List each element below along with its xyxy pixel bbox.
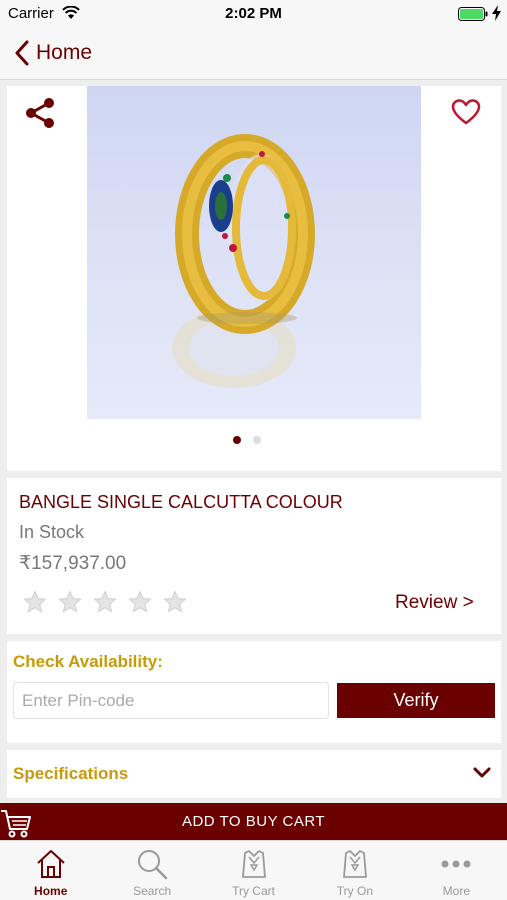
availability-section: Check Availability: Verify bbox=[7, 641, 501, 743]
clock: 2:02 PM bbox=[225, 5, 282, 22]
star-icon[interactable] bbox=[128, 590, 152, 614]
tab-label: Try On bbox=[336, 884, 374, 898]
specifications-accordion[interactable]: Specifications bbox=[7, 750, 501, 798]
try-on-icon bbox=[343, 850, 367, 878]
home-icon bbox=[37, 850, 65, 878]
product-gallery bbox=[7, 86, 501, 471]
tab-bar: Home Search Try Cart Try On More bbox=[0, 840, 507, 900]
add-to-buy-cart-button[interactable]: ADD TO BUY CART bbox=[0, 803, 507, 840]
more-icon bbox=[441, 860, 471, 868]
availability-title: Check Availability: bbox=[13, 652, 163, 671]
tab-try-on[interactable]: Try On bbox=[304, 841, 405, 900]
product-image[interactable] bbox=[87, 86, 421, 419]
charging-icon bbox=[492, 5, 501, 21]
product-price: ₹157,937.00 bbox=[19, 553, 127, 574]
bangle-illustration bbox=[172, 134, 315, 388]
rating-stars[interactable] bbox=[23, 590, 187, 614]
battery-icon bbox=[458, 7, 488, 21]
verify-button[interactable]: Verify bbox=[337, 683, 495, 718]
star-icon[interactable] bbox=[23, 590, 47, 614]
pager-dot-2[interactable] bbox=[253, 436, 261, 444]
tab-home[interactable]: Home bbox=[0, 841, 101, 900]
specifications-title: Specifications bbox=[13, 764, 129, 783]
star-icon[interactable] bbox=[58, 590, 82, 614]
back-label: Home bbox=[36, 41, 93, 64]
pager-dot-1[interactable] bbox=[233, 436, 241, 444]
review-link[interactable]: Review > bbox=[395, 592, 474, 614]
status-bar: Carrier 2:02 PM bbox=[0, 0, 507, 28]
tab-try-cart[interactable]: Try Cart bbox=[203, 841, 304, 900]
star-icon[interactable] bbox=[93, 590, 117, 614]
tab-more[interactable]: More bbox=[406, 841, 507, 900]
tab-search[interactable]: Search bbox=[101, 841, 202, 900]
product-title: BANGLE SINGLE CALCUTTA COLOUR bbox=[19, 492, 343, 512]
tab-label: More bbox=[442, 884, 470, 898]
back-button[interactable]: Home bbox=[14, 38, 92, 68]
wishlist-heart-icon[interactable] bbox=[451, 98, 481, 126]
tab-label: Search bbox=[133, 884, 172, 898]
product-info: BANGLE SINGLE CALCUTTA COLOUR In Stock ₹… bbox=[7, 478, 501, 634]
pincode-input[interactable] bbox=[13, 682, 329, 719]
image-pager[interactable] bbox=[233, 436, 261, 444]
star-icon[interactable] bbox=[163, 590, 187, 614]
chevron-left-icon bbox=[15, 40, 29, 66]
stock-status: In Stock bbox=[19, 522, 85, 542]
try-cart-icon bbox=[241, 850, 266, 878]
navigation-bar: Home bbox=[0, 28, 507, 80]
search-icon bbox=[138, 850, 168, 880]
chevron-down-icon bbox=[473, 767, 491, 778]
add-to-buy-cart-label: ADD TO BUY CART bbox=[181, 813, 326, 830]
tab-label: Home bbox=[34, 884, 68, 898]
share-icon[interactable] bbox=[23, 96, 57, 130]
tab-label: Try Cart bbox=[232, 884, 275, 898]
